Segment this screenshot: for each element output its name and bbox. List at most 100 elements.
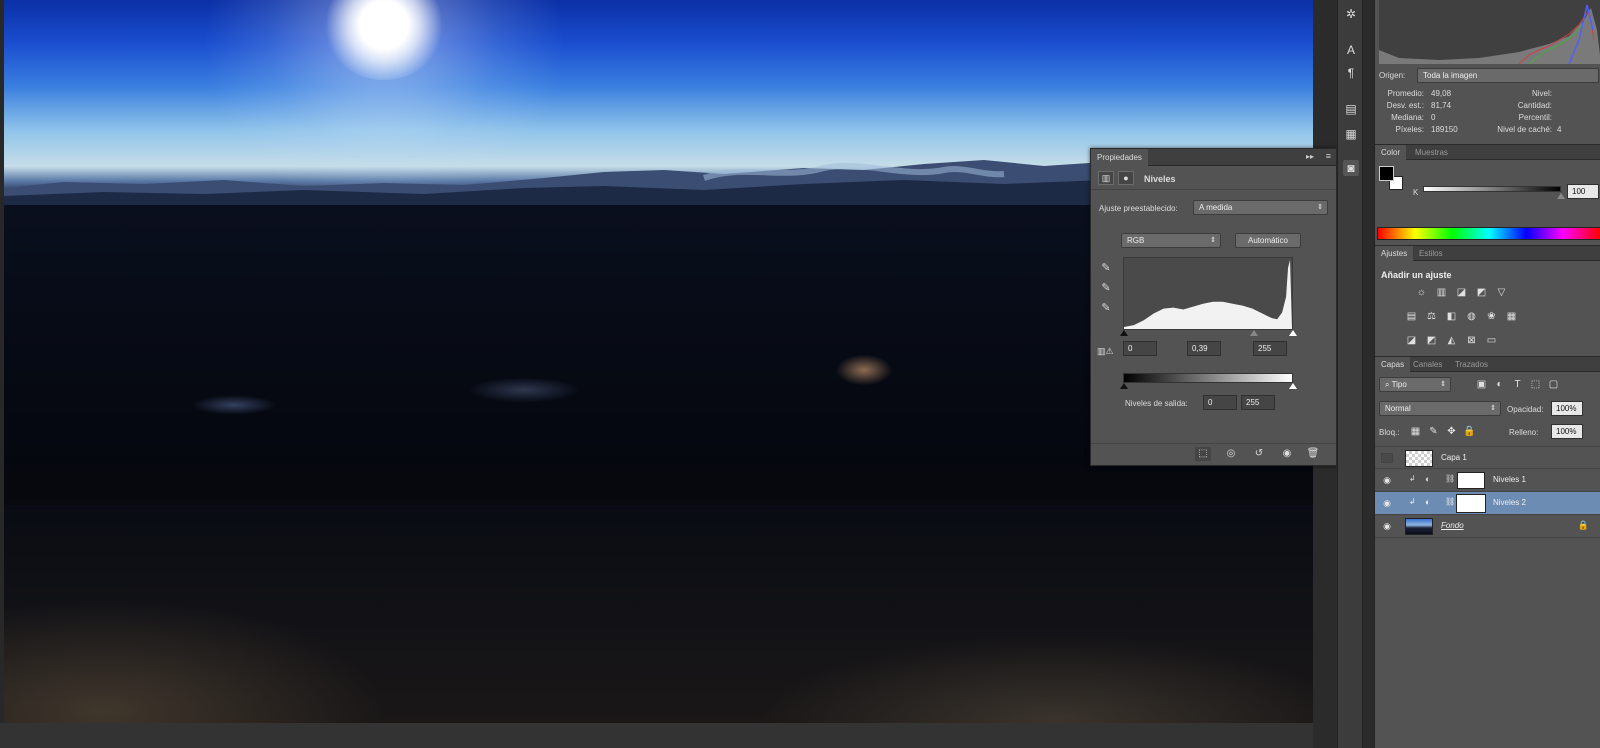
foreground-hill bbox=[4, 460, 1313, 723]
layer-name[interactable]: Niveles 2 bbox=[1493, 498, 1526, 507]
filter-pixel-icon[interactable]: ▣ bbox=[1475, 378, 1488, 391]
preset-select[interactable]: A medida ⇕ bbox=[1193, 200, 1328, 215]
exposure-icon[interactable]: ◩ bbox=[1475, 286, 1488, 299]
properties-panel[interactable]: Propiedades ▸▸ ≡ ▥ ● Niveles Ajuste pree… bbox=[1090, 148, 1337, 466]
tab-adjustments[interactable]: Ajustes bbox=[1375, 246, 1414, 261]
filter-smart-icon[interactable]: ▢ bbox=[1547, 378, 1560, 391]
posterize-icon[interactable]: ◩ bbox=[1425, 334, 1438, 347]
history-icon[interactable]: ▦ bbox=[1343, 126, 1359, 142]
clipping-warning-icon[interactable]: ▥⚠ bbox=[1097, 346, 1114, 357]
output-black-slider[interactable] bbox=[1120, 383, 1128, 389]
mask-icon[interactable]: ● bbox=[1118, 171, 1134, 185]
blend-mode-value: Normal bbox=[1385, 404, 1411, 413]
visibility-icon[interactable]: ◉ bbox=[1279, 447, 1295, 461]
tab-properties[interactable]: Propiedades bbox=[1091, 149, 1148, 166]
view-previous-icon[interactable]: ◎ bbox=[1223, 447, 1239, 461]
bug-icon[interactable]: ✲ bbox=[1343, 6, 1359, 22]
opacity-field[interactable]: 100% bbox=[1551, 401, 1583, 416]
lock-position-icon[interactable]: ✥ bbox=[1445, 425, 1458, 438]
paragraph-icon[interactable]: ¶ bbox=[1343, 65, 1359, 81]
white-eyedropper-icon[interactable]: ✎ bbox=[1099, 301, 1113, 315]
eye-icon[interactable]: ◉ bbox=[1381, 498, 1393, 508]
threshold-icon[interactable]: ◭ bbox=[1445, 334, 1458, 347]
color-balance-icon[interactable]: ⚖ bbox=[1425, 310, 1438, 323]
layers-tabbar: Capas Canales Trazados bbox=[1375, 356, 1600, 372]
layer-name[interactable]: Capa 1 bbox=[1441, 453, 1467, 462]
levels-icon[interactable]: ▥ bbox=[1098, 171, 1114, 185]
lock-pixels-icon[interactable]: ✎ bbox=[1427, 425, 1440, 438]
gradient-map-icon[interactable]: ▭ bbox=[1485, 334, 1498, 347]
foreground-color-swatch[interactable] bbox=[1379, 166, 1394, 181]
clip-to-layer-icon[interactable]: ⬚ bbox=[1195, 447, 1211, 461]
output-white-field[interactable]: 255 bbox=[1241, 395, 1275, 410]
reset-icon[interactable]: ↺ bbox=[1251, 447, 1267, 461]
output-black-field[interactable]: 0 bbox=[1203, 395, 1237, 410]
panel-menu-icon[interactable]: ≡ bbox=[1326, 151, 1331, 161]
filter-adjustment-icon[interactable]: ◐ bbox=[1493, 378, 1506, 391]
tab-swatches[interactable]: Muestras bbox=[1409, 145, 1454, 160]
updown-icon: ⇕ bbox=[1490, 405, 1496, 412]
origin-select[interactable]: Toda la imagen bbox=[1417, 68, 1599, 83]
layer-row[interactable]: Capa 1 bbox=[1375, 446, 1600, 469]
blend-mode-select[interactable]: Normal ⇕ bbox=[1379, 401, 1501, 416]
collapse-icon[interactable]: ▸▸ bbox=[1306, 152, 1314, 161]
input-black-field[interactable]: 0 bbox=[1123, 341, 1157, 356]
lock-transparency-icon[interactable]: ▦ bbox=[1409, 425, 1422, 438]
input-white-field[interactable]: 255 bbox=[1253, 341, 1287, 356]
tab-paths[interactable]: Trazados bbox=[1449, 357, 1494, 372]
fill-field[interactable]: 100% bbox=[1551, 424, 1583, 439]
preset-value: A medida bbox=[1199, 203, 1233, 212]
brightness-icon[interactable]: ☼ bbox=[1415, 286, 1428, 299]
input-black-slider[interactable] bbox=[1120, 330, 1128, 336]
eye-icon[interactable]: ◉ bbox=[1381, 521, 1393, 531]
tab-layers[interactable]: Capas bbox=[1375, 357, 1411, 372]
k-value-field[interactable]: 100 bbox=[1567, 184, 1599, 199]
layer-row[interactable]: ◉ Fondo 🔒 bbox=[1375, 515, 1600, 538]
layer-name[interactable]: Fondo bbox=[1441, 521, 1464, 530]
stat-value: 4 bbox=[1557, 125, 1562, 134]
properties-icon[interactable]: ◙ bbox=[1343, 160, 1359, 176]
k-slider-handle[interactable] bbox=[1557, 193, 1565, 199]
lock-all-icon[interactable]: 🔒 bbox=[1463, 425, 1476, 438]
chain-link-icon: ⛓ bbox=[1445, 474, 1456, 483]
stat-value: 49,08 bbox=[1431, 89, 1452, 98]
black-white-icon[interactable]: ◧ bbox=[1445, 310, 1458, 323]
tab-styles[interactable]: Estilos bbox=[1413, 246, 1449, 261]
output-white-slider[interactable] bbox=[1289, 383, 1297, 389]
curves-icon[interactable]: ◪ bbox=[1455, 286, 1468, 299]
layer-row[interactable]: ◉ ↲ ◐ ⛓ Niveles 1 bbox=[1375, 469, 1600, 492]
channel-mixer-icon[interactable]: ❀ bbox=[1485, 310, 1498, 323]
selective-color-icon[interactable]: ⊠ bbox=[1465, 334, 1478, 347]
layer-filter-select[interactable]: ⌕ Tipo ⇕ bbox=[1379, 377, 1451, 392]
invert-icon[interactable]: ◪ bbox=[1405, 334, 1418, 347]
auto-button[interactable]: Automático bbox=[1235, 233, 1301, 248]
visibility-toggle-empty[interactable] bbox=[1381, 453, 1393, 463]
properties-header: ▥ ● Niveles bbox=[1091, 166, 1336, 190]
input-white-slider[interactable] bbox=[1289, 330, 1297, 336]
trash-icon[interactable]: 🗑 bbox=[1305, 447, 1321, 461]
tab-channels[interactable]: Canales bbox=[1407, 357, 1448, 372]
vibrance-icon[interactable]: ▽ bbox=[1495, 286, 1508, 299]
channel-select[interactable]: RGB ⇕ bbox=[1121, 233, 1221, 248]
stat-label: Cantidad: bbox=[1517, 101, 1552, 110]
hue-saturation-icon[interactable]: ▤ bbox=[1405, 310, 1418, 323]
color-spectrum[interactable] bbox=[1377, 227, 1600, 240]
opacity-label: Opacidad: bbox=[1507, 405, 1544, 414]
k-slider[interactable] bbox=[1423, 186, 1561, 192]
notes-icon[interactable]: ▤ bbox=[1343, 101, 1359, 117]
character-icon[interactable]: A bbox=[1343, 42, 1359, 58]
color-lookup-icon[interactable]: ▦ bbox=[1505, 310, 1518, 323]
input-gamma-field[interactable]: 0,39 bbox=[1187, 341, 1221, 356]
stat-label: Percentil: bbox=[1518, 113, 1552, 122]
layer-name[interactable]: Niveles 1 bbox=[1493, 475, 1526, 484]
photo-filter-icon[interactable]: ◍ bbox=[1465, 310, 1478, 323]
gray-eyedropper-icon[interactable]: ✎ bbox=[1099, 281, 1113, 295]
black-eyedropper-icon[interactable]: ✎ bbox=[1099, 261, 1113, 275]
levels-adj-icon[interactable]: ▥ bbox=[1435, 286, 1448, 299]
input-gamma-slider[interactable] bbox=[1250, 330, 1258, 336]
tab-color[interactable]: Color bbox=[1375, 145, 1407, 160]
filter-type-icon[interactable]: T bbox=[1511, 378, 1524, 391]
filter-shape-icon[interactable]: ⬚ bbox=[1529, 378, 1542, 391]
layer-row-selected[interactable]: ◉ ↲ ◐ ⛓ Niveles 2 bbox=[1375, 492, 1600, 515]
eye-icon[interactable]: ◉ bbox=[1381, 475, 1393, 485]
